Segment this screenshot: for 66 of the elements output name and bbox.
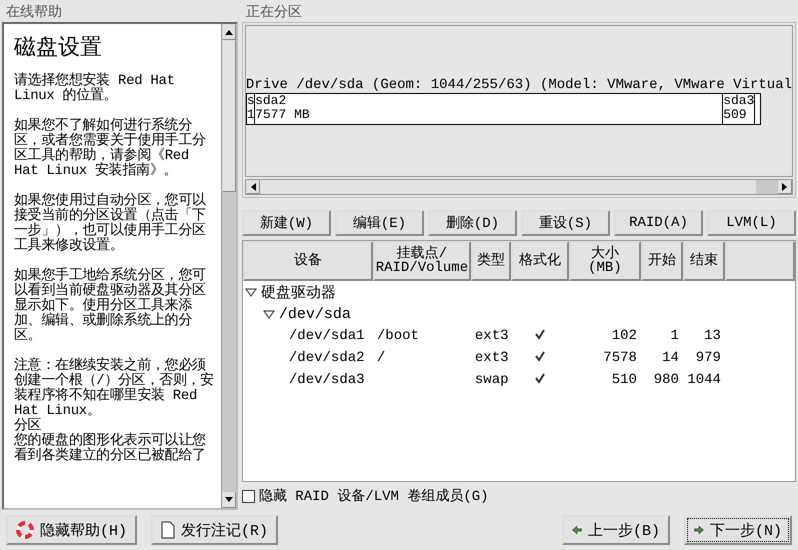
checkbox-label[interactable]: 隐藏 RAID 设备/LVM 卷组成员(G) — [258, 487, 489, 505]
action-button[interactable]: RAID(A) — [614, 210, 703, 236]
table-cell-text: 980 — [652, 372, 680, 388]
table-cell-text: swap — [474, 372, 510, 388]
table-cell-text: /dev/sda3 — [288, 372, 366, 388]
column-header[interactable]: 大小 (MB) — [568, 241, 641, 281]
lifebuoy-icon — [16, 521, 34, 539]
column-header[interactable]: 结束 — [682, 241, 725, 281]
expanded-arrow-icon[interactable] — [262, 309, 275, 319]
action-button[interactable]: 新建(W) — [242, 210, 331, 236]
up-arrow-icon[interactable] — [224, 29, 233, 35]
table-cell-text: / — [376, 350, 386, 366]
down-arrow-icon[interactable] — [224, 497, 233, 503]
drive-label: Drive /dev/sda (Geom: 1044/255/63) (Model: VMware, VMware Virtual — [246, 77, 792, 93]
action-button[interactable]: 删除(D) — [428, 210, 517, 236]
scrollbar[interactable] — [220, 24, 236, 508]
partition-segment[interactable]: sda2 7577 MB — [255, 94, 724, 124]
horizontal-scrollbar[interactable] — [244, 179, 793, 195]
expanded-arrow-icon[interactable] — [244, 287, 257, 297]
table-cell-text: /dev/sda1 — [288, 328, 366, 344]
column-header[interactable]: 格式化 — [510, 241, 569, 281]
help-paragraph: 如果您使用过自动分区，您可以接受当前的分区设置（点击「下一步」），也可以使用手工分区工具来修改设置。 — [14, 194, 207, 254]
table-cell-text: 979 — [694, 350, 722, 366]
action-button[interactable]: 编辑(E) — [334, 210, 424, 236]
table-cell-text: 7578 — [602, 350, 638, 366]
column-header[interactable]: 开始 — [640, 241, 683, 281]
partition-segment[interactable]: sda3 509 — [723, 94, 755, 124]
right-arrow-icon — [694, 523, 704, 537]
table-cell-text: ext3 — [474, 328, 510, 344]
tree-node-label[interactable]: /dev/sda — [278, 306, 351, 322]
right-arrow-icon[interactable] — [782, 183, 788, 191]
help-paragraph: 分区 — [14, 419, 42, 434]
table-cell-text: /boot — [376, 328, 420, 344]
document-icon — [161, 521, 176, 539]
tree-node-label[interactable]: 硬盘驱动器 — [260, 282, 336, 302]
back-button[interactable]: 上一步(B) — [562, 515, 670, 545]
action-button[interactable]: LVM(L) — [706, 210, 796, 236]
help-paragraph: 如果您不了解如何进行系统分区，或者您需要关于使用手工分区工具的帮助，请参阅《Red Hat Linux 安装指南》。 — [14, 119, 207, 179]
panel-title: 正在分区 — [244, 4, 303, 22]
help-paragraph: 您的硬盘的图形化表示可以让您看到各类建立的分区已被配给了 — [14, 434, 207, 464]
hide-help-button[interactable]: 隐藏帮助(H) — [6, 515, 138, 545]
next-button[interactable]: 下一步(N) — [684, 515, 792, 545]
scroll-thumb[interactable] — [222, 40, 236, 192]
table-cell-text: 102 — [610, 328, 638, 344]
partition-segment[interactable]: s 1 — [246, 94, 256, 124]
column-header[interactable]: 挂载点/ RAID/Volume — [372, 241, 471, 281]
left-arrow-icon[interactable] — [250, 183, 256, 191]
table-cell-text: /dev/sda2 — [288, 350, 366, 366]
left-arrow-icon — [572, 523, 582, 537]
help-paragraph: 如果您手工地给系统分区，您可以看到当前硬盘驱动器及其分区显示如下。使用分区工具来添加、编辑、或删除系统上的分区。 — [14, 269, 207, 344]
column-header[interactable]: 设备 — [242, 241, 373, 281]
table-cell-text: 510 — [610, 372, 638, 388]
column-header[interactable]: 类型 — [470, 241, 511, 281]
release-notes-button[interactable]: 发行注记(R) — [151, 515, 278, 545]
scroll-thumb[interactable] — [756, 180, 778, 194]
table-cell-text: 1044 — [686, 372, 722, 388]
table-cell-text: ext3 — [474, 350, 510, 366]
action-button[interactable]: 重设(S) — [520, 210, 610, 236]
table-cell-text: 14 — [661, 350, 680, 366]
table-cell-text: 1 — [670, 328, 680, 344]
panel-title: 在线帮助 — [5, 4, 63, 22]
help-paragraph: 请选择您想安装 Red Hat Linux 的位置。 — [14, 74, 176, 104]
checkbox[interactable] — [242, 490, 255, 502]
table-cell-text: 13 — [703, 328, 722, 344]
help-paragraph: 注意：在继续安装之前，您必须创建一个根（/）分区，否则，安装程序将不知在哪里安装 Red Hat Linux。 — [14, 359, 215, 419]
help-heading: 磁盘设置 — [14, 35, 103, 63]
